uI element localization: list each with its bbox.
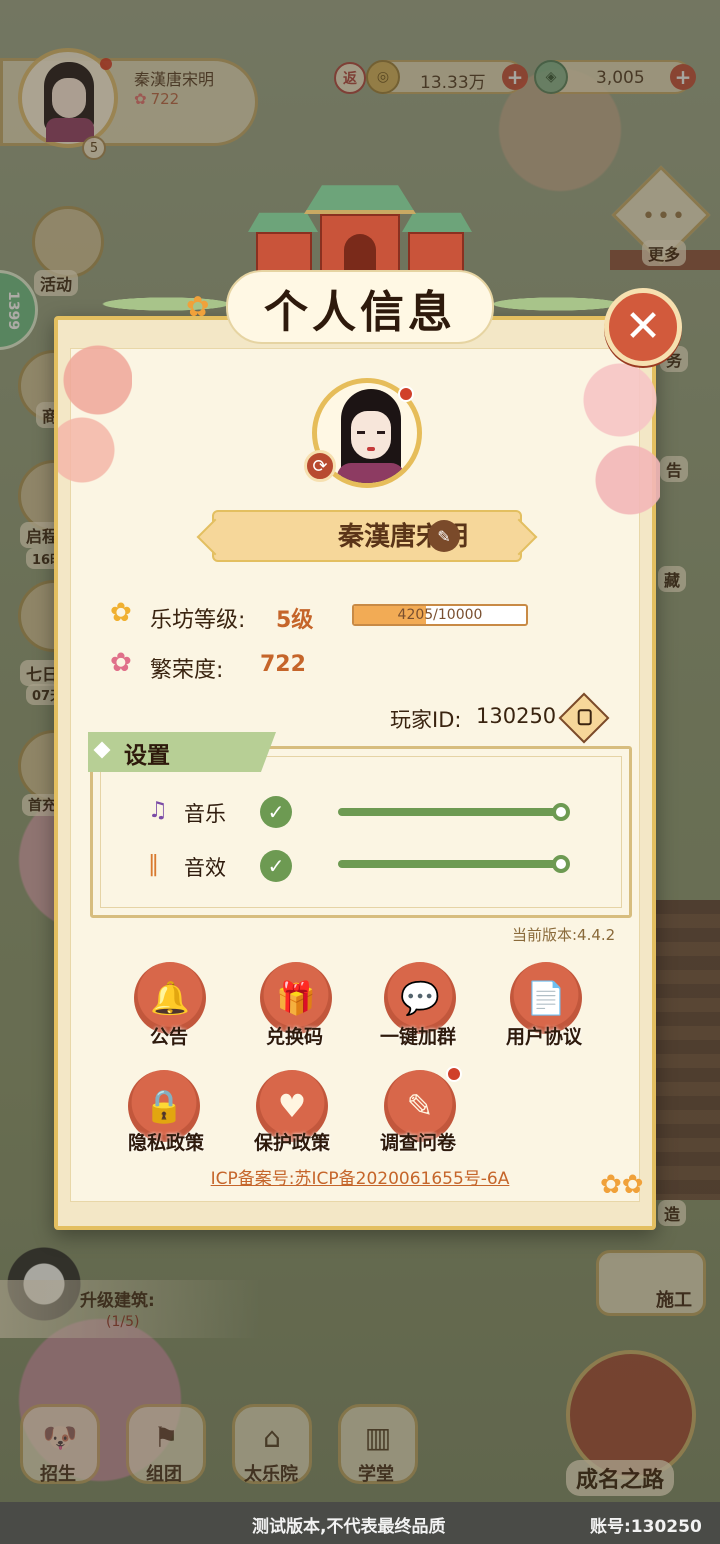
close-button[interactable]: ✕: [604, 288, 682, 366]
modal-title: 个人信息: [264, 287, 456, 338]
cherry-blossom-decoration: [580, 360, 660, 530]
check-icon: ✓: [267, 854, 285, 878]
settings-inner-frame: [100, 756, 622, 908]
redeem-code-label: 兑换码: [266, 1026, 324, 1048]
flower-icon: ✿: [186, 290, 210, 323]
lock-shield-icon: 🔒: [144, 1087, 184, 1125]
sound-effect-slider-knob[interactable]: [552, 855, 570, 873]
level-value: 5级: [276, 608, 314, 633]
survey-label: 调查问卷: [380, 1132, 457, 1154]
survey-pen-icon: ✎: [406, 1087, 434, 1125]
settings-tab: [88, 732, 276, 772]
music-slider-track[interactable]: [338, 808, 562, 816]
icp-link[interactable]: ICP备案号:苏ICP备2020061655号-6A: [60, 1164, 660, 1189]
sound-effect-icon: ‖: [148, 852, 159, 877]
prosperity-flower-icon: ✿: [110, 648, 132, 678]
music-note-icon: ♫: [148, 798, 168, 823]
exp-text: 4205/10000: [397, 607, 483, 623]
music-label: 音乐: [184, 802, 226, 826]
check-icon: ✓: [267, 800, 285, 824]
chat-icon: 💬: [400, 979, 440, 1017]
gift-icon: 🎁: [276, 979, 316, 1017]
prosperity-value: 722: [260, 652, 306, 677]
version-text: 当前版本:4.4.2: [512, 926, 616, 944]
flower-icon: ✿✿: [600, 1170, 644, 1200]
change-avatar-button[interactable]: ⟳: [304, 450, 336, 482]
avatar-eye: [357, 431, 365, 434]
temple-main-roof: [304, 185, 416, 214]
avatar-notification-dot: [398, 386, 414, 402]
star-flower-icon: ✿: [110, 598, 132, 628]
sound-effect-slider-track[interactable]: [338, 860, 562, 868]
edit-name-button[interactable]: ✎: [428, 520, 460, 552]
document-user-icon: 📄: [526, 979, 566, 1017]
avatar-face: [351, 411, 391, 459]
sound-effect-label: 音效: [184, 856, 226, 880]
user-agreement-label: 用户协议: [506, 1026, 583, 1048]
music-toggle[interactable]: ✓: [260, 796, 292, 828]
test-version-notice: 测试版本,不代表最终品质: [252, 1517, 446, 1537]
heart-hands-icon: ♥: [277, 1087, 307, 1125]
refresh-icon: ⟳: [312, 455, 328, 477]
join-group-label: 一键加群: [380, 1026, 457, 1048]
account-id: 账号:130250: [590, 1517, 702, 1537]
privacy-policy-label: 隐私政策: [128, 1132, 205, 1154]
sound-effect-toggle[interactable]: ✓: [260, 850, 292, 882]
player-id-value: 130250: [476, 704, 557, 728]
protection-policy-label: 保护政策: [254, 1132, 331, 1154]
copy-icon: [577, 709, 592, 726]
brush-icon: ✎: [437, 526, 451, 546]
prosperity-label: 繁荣度:: [150, 658, 224, 683]
player-id-label: 玩家ID:: [390, 708, 462, 732]
announcement-label: 公告: [150, 1026, 189, 1048]
close-icon: ✕: [624, 301, 662, 352]
level-label: 乐坊等级:: [150, 608, 246, 633]
bell-icon: 🔔: [150, 979, 190, 1017]
survey-notification-dot: [446, 1066, 462, 1082]
music-slider-knob[interactable]: [552, 803, 570, 821]
settings-title: 设置: [124, 743, 170, 769]
avatar-lip: [367, 447, 375, 451]
cherry-blossom-decoration: [58, 340, 132, 510]
avatar-eye: [377, 431, 385, 434]
